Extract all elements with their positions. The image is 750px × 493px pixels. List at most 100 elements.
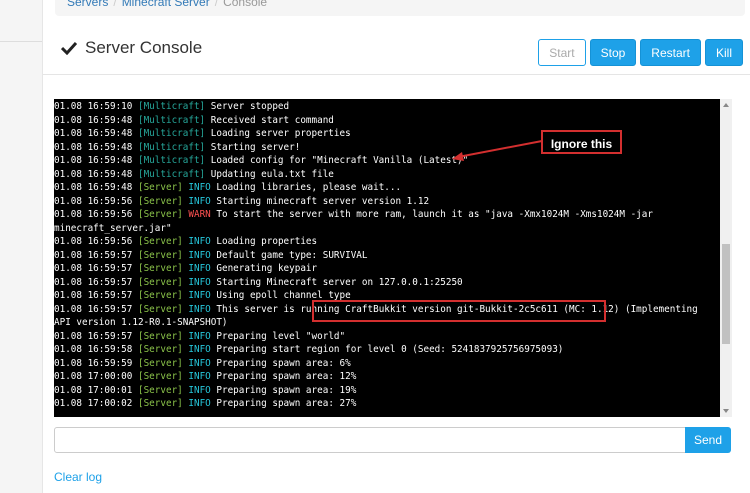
line-source-tag: [Server] bbox=[137, 236, 183, 247]
console-line: 01.08 16:59:57 [Server] INFO Generating … bbox=[54, 262, 718, 276]
line-source-tag: [Multicraft] bbox=[137, 101, 206, 112]
console-line: 01.08 16:59:59 [Server] INFO Preparing s… bbox=[54, 357, 718, 371]
line-timestamp: 01.08 16:59:48 bbox=[54, 182, 133, 193]
line-timestamp: 01.08 16:59:56 bbox=[54, 236, 133, 247]
breadcrumb-servers[interactable]: Servers bbox=[67, 0, 108, 9]
line-level: INFO bbox=[188, 290, 211, 301]
line-source-tag: [Server] bbox=[137, 330, 183, 342]
line-level: INFO bbox=[188, 263, 211, 274]
line-message: Starting Minecraft server on 127.0.0.1:2… bbox=[216, 276, 463, 288]
restart-button[interactable]: Restart bbox=[640, 39, 701, 66]
line-level: INFO bbox=[188, 398, 211, 409]
page-title-text: Server Console bbox=[85, 38, 203, 57]
console-line: 01.08 16:59:48 [Multicraft] Received sta… bbox=[54, 114, 718, 128]
breadcrumb-minecraft-server[interactable]: Minecraft Server bbox=[122, 0, 210, 9]
line-level: INFO bbox=[188, 371, 211, 382]
scroll-down-icon[interactable] bbox=[723, 409, 729, 413]
scrollbar-thumb[interactable] bbox=[722, 244, 730, 344]
line-message: Updating eula.txt file bbox=[210, 168, 334, 180]
line-message: Loading server properties bbox=[210, 128, 351, 139]
line-timestamp: 01.08 16:59:57 bbox=[54, 290, 133, 301]
console-line: 01.08 16:59:57 [Server] INFO Starting Mi… bbox=[54, 276, 718, 290]
line-message: Loading libraries, please wait... bbox=[216, 182, 402, 193]
line-source-tag: [Multicraft] bbox=[137, 141, 206, 153]
line-source-tag: [Server] bbox=[137, 209, 183, 220]
console-line: 01.08 17:00:00 [Server] INFO Preparing s… bbox=[54, 370, 718, 384]
line-level: INFO bbox=[188, 384, 211, 396]
line-timestamp: 01.08 16:59:57 bbox=[54, 249, 133, 261]
line-message: Preparing spawn area: 19% bbox=[216, 384, 357, 396]
annotation-callout: Ignore this bbox=[541, 130, 622, 154]
line-source-tag: [Server] bbox=[137, 398, 183, 409]
console-line: 01.08 16:59:56 [Server] INFO Loading pro… bbox=[54, 235, 718, 249]
console-line: 01.08 16:59:48 [Server] INFO Loading lib… bbox=[54, 181, 718, 195]
line-source-tag: [Multicraft] bbox=[137, 114, 206, 126]
line-source-tag: [Server] bbox=[137, 384, 183, 396]
line-level: INFO bbox=[188, 249, 211, 261]
console-line: 01.08 16:59:48 [Multicraft] Loaded confi… bbox=[54, 154, 718, 168]
line-timestamp: 01.08 17:00:00 bbox=[54, 371, 133, 382]
console-line: 01.08 16:59:48 [Multicraft] Updating eul… bbox=[54, 168, 718, 182]
line-message: Starting minecraft server version 1.12 bbox=[216, 195, 430, 207]
line-message: Received start command bbox=[210, 114, 334, 126]
line-timestamp: 01.08 16:59:48 bbox=[54, 128, 133, 139]
console-line: 01.08 16:59:57 [Server] INFO Default gam… bbox=[54, 249, 718, 263]
breadcrumb-separator: / bbox=[214, 0, 219, 9]
line-level: INFO bbox=[188, 357, 211, 369]
line-message: Preparing start region for level 0 (Seed… bbox=[216, 344, 564, 355]
line-level: INFO bbox=[188, 276, 211, 288]
line-timestamp: 01.08 16:59:56 bbox=[54, 195, 133, 207]
console-line: 01.08 16:59:56 [Server] WARN To start th… bbox=[54, 208, 718, 235]
server-controls: Start Stop Restart Kill bbox=[538, 39, 743, 66]
line-source-tag: [Server] bbox=[137, 249, 183, 261]
highlight-box bbox=[312, 300, 606, 322]
line-source-tag: [Server] bbox=[137, 344, 183, 355]
line-level: WARN bbox=[188, 209, 211, 220]
line-message: Default game type: SURVIVAL bbox=[216, 249, 368, 261]
clear-log-link[interactable]: Clear log bbox=[54, 470, 102, 484]
line-timestamp: 01.08 16:59:10 bbox=[54, 101, 133, 112]
page-title: Server Console bbox=[61, 38, 202, 58]
line-level: INFO bbox=[188, 182, 211, 193]
checkmark-icon bbox=[61, 41, 77, 55]
console-line: 01.08 16:59:58 [Server] INFO Preparing s… bbox=[54, 343, 718, 357]
line-source-tag: [Server] bbox=[137, 303, 183, 315]
sidebar-divider bbox=[0, 41, 42, 42]
line-timestamp: 01.08 16:59:48 bbox=[54, 141, 133, 153]
line-source-tag: [Server] bbox=[137, 357, 183, 369]
main-panel: Servers / Minecraft Server / Console Server … bbox=[42, 0, 750, 493]
line-timestamp: 01.08 16:59:48 bbox=[54, 114, 133, 126]
annotation-arrow-icon bbox=[452, 140, 543, 161]
line-level: INFO bbox=[188, 330, 211, 342]
line-message: Preparing spawn area: 12% bbox=[216, 371, 357, 382]
line-message: Server stopped bbox=[210, 101, 290, 112]
line-source-tag: [Multicraft] bbox=[137, 128, 206, 139]
console-line: 01.08 16:59:10 [Multicraft] Server stopp… bbox=[54, 100, 718, 114]
console-line: 01.08 16:59:56 [Server] INFO Starting mi… bbox=[54, 195, 718, 209]
scroll-up-icon[interactable] bbox=[723, 103, 729, 107]
stop-button[interactable]: Stop bbox=[589, 39, 637, 66]
console-line: 01.08 16:59:57 [Server] INFO Preparing l… bbox=[54, 330, 718, 344]
line-timestamp: 01.08 16:59:57 bbox=[54, 330, 133, 342]
line-source-tag: [Server] bbox=[137, 290, 183, 301]
line-message: Loading properties bbox=[216, 236, 318, 247]
command-input[interactable] bbox=[54, 427, 688, 453]
console-scrollbar[interactable] bbox=[720, 99, 732, 417]
line-source-tag: [Server] bbox=[137, 195, 183, 207]
kill-button[interactable]: Kill bbox=[704, 39, 743, 66]
line-level: INFO bbox=[188, 195, 211, 207]
line-timestamp: 01.08 16:59:57 bbox=[54, 263, 133, 274]
line-message: Preparing level "world" bbox=[216, 330, 346, 342]
line-level: INFO bbox=[188, 303, 211, 315]
console-line: 01.08 17:00:01 [Server] INFO Preparing s… bbox=[54, 384, 718, 398]
line-source-tag: [Server] bbox=[137, 182, 183, 193]
send-button[interactable]: Send bbox=[685, 427, 731, 453]
start-button[interactable]: Start bbox=[538, 39, 586, 66]
line-source-tag: [Server] bbox=[137, 263, 183, 274]
line-timestamp: 01.08 16:59:56 bbox=[54, 209, 133, 220]
line-timestamp: 01.08 16:59:58 bbox=[54, 344, 133, 355]
line-source-tag: [Multicraft] bbox=[137, 168, 206, 180]
line-timestamp: 01.08 17:00:02 bbox=[54, 398, 133, 409]
line-source-tag: [Server] bbox=[137, 371, 183, 382]
console-log[interactable]: 01.08 16:59:10 [Multicraft] Server stopp… bbox=[54, 99, 732, 417]
